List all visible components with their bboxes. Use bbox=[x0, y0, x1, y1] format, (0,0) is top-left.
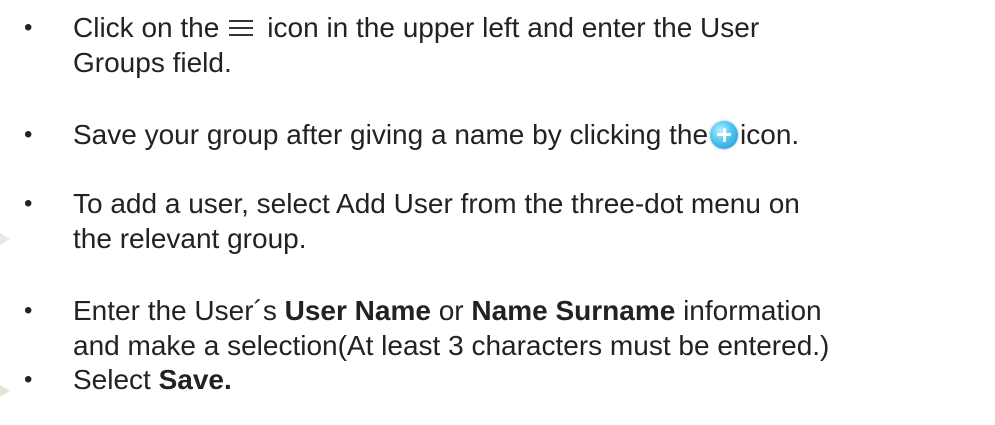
bullet: • bbox=[24, 190, 33, 217]
instruction-slide: • Click on the icon in the upper left and… bbox=[0, 0, 995, 425]
text-segment: the relevant group. bbox=[73, 223, 307, 254]
text-segment: and make a selection(At least 3 characte… bbox=[73, 330, 830, 361]
text-segment: icon. bbox=[740, 119, 800, 150]
bullet: • bbox=[24, 14, 33, 41]
bold-term: Save. bbox=[158, 364, 232, 395]
text-segment: Enter the User´s bbox=[73, 295, 285, 326]
text-segment: or bbox=[430, 295, 472, 326]
text-segment: information bbox=[675, 295, 822, 326]
text-segment: To add a user, select Add User from the … bbox=[73, 188, 800, 219]
list-item-text: Enter the User´s User Name or Name Surna… bbox=[73, 293, 978, 363]
list-item-text: Select Save. bbox=[73, 362, 978, 397]
bold-term: User Name bbox=[284, 295, 431, 326]
bullet: • bbox=[24, 366, 33, 393]
text-segment: Click on the bbox=[73, 12, 220, 43]
list-item-text: Click on the icon in the upper left and e… bbox=[73, 10, 978, 80]
text-segment: Select bbox=[73, 364, 159, 395]
add-plus-circle-icon bbox=[710, 120, 739, 149]
bullet: • bbox=[24, 121, 33, 148]
hamburger-menu-icon bbox=[229, 19, 254, 37]
list-item-text: To add a user, select Add User from the … bbox=[73, 186, 978, 256]
list-item-text: Save your group after giving a name by c… bbox=[73, 117, 978, 152]
bold-term: Name Surname bbox=[471, 295, 676, 326]
bullet: • bbox=[24, 297, 33, 324]
decorative-arrow bbox=[0, 377, 10, 405]
text-segment: Save your group after giving a name by c… bbox=[73, 119, 709, 150]
text-segment: icon in the upper left and enter the Use… bbox=[267, 12, 760, 43]
decorative-arrow bbox=[0, 225, 10, 253]
text-segment: Groups field. bbox=[73, 47, 232, 78]
